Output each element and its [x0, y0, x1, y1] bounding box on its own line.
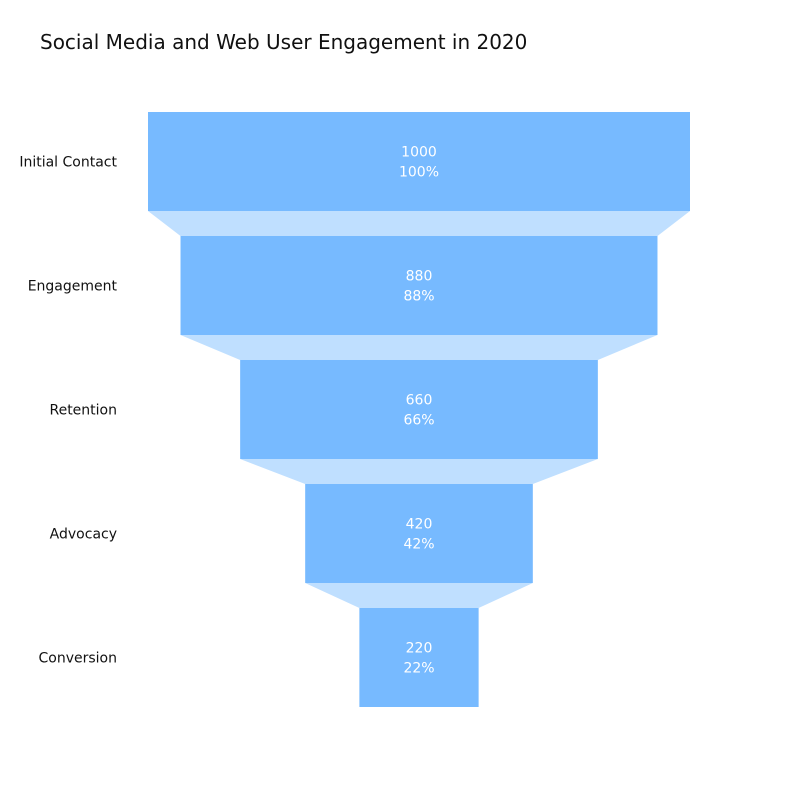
funnel-bar: [305, 484, 533, 583]
bar-value-label: 660: [406, 393, 433, 409]
chart-title: Social Media and Web User Engagement in …: [40, 30, 528, 54]
funnel-chart: Social Media and Web User Engagement in …: [0, 0, 800, 800]
funnel-bar: [148, 112, 690, 211]
stage-label: Initial Contact: [19, 155, 117, 171]
funnel-bar: [180, 236, 658, 335]
stage-label: Retention: [49, 403, 117, 419]
funnel-bar: [240, 360, 598, 459]
bar-value-label: 880: [406, 269, 433, 285]
bar-value-label: 220: [406, 641, 433, 657]
stage-label: Conversion: [39, 651, 118, 667]
bar-percent-label: 100%: [399, 165, 439, 181]
funnel-plot: Initial Contact 1000 100% Engagement 880 88% R…: [19, 112, 690, 707]
bar-percent-label: 42%: [403, 537, 434, 553]
bar-value-label: 420: [406, 517, 433, 533]
funnel-connector: [148, 211, 690, 236]
bar-percent-label: 66%: [403, 413, 434, 429]
bar-value-label: 1000: [401, 145, 437, 161]
bar-percent-label: 22%: [403, 661, 434, 677]
funnel-connector: [180, 335, 658, 360]
funnel-bar: [359, 608, 479, 707]
stage-label: Advocacy: [50, 527, 117, 543]
funnel-connector: [240, 459, 598, 484]
bar-percent-label: 88%: [403, 289, 434, 305]
stage-label: Engagement: [28, 279, 118, 295]
funnel-connector: [305, 583, 533, 608]
